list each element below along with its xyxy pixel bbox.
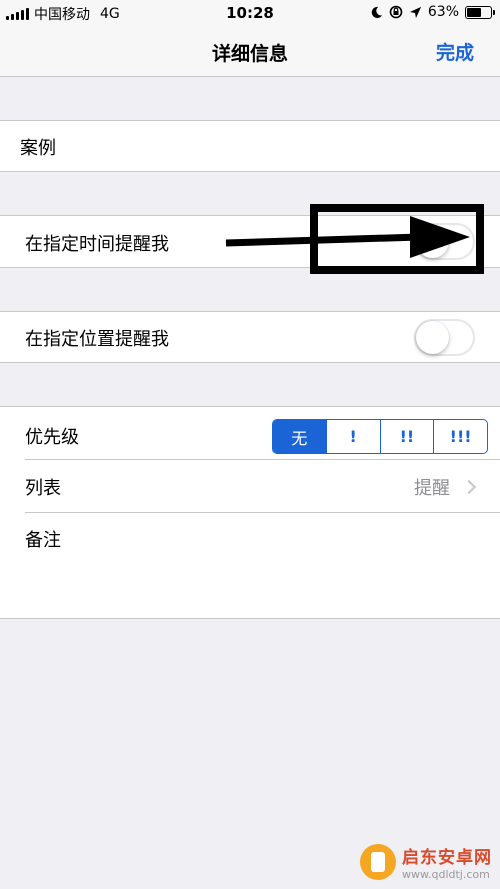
list-row[interactable]: 列表 提醒 — [0, 460, 500, 512]
separator — [25, 512, 500, 513]
list-label: 列表 — [25, 478, 61, 499]
watermark-logo-icon — [360, 844, 396, 880]
priority-medium-segment[interactable]: !! — [381, 420, 435, 453]
list-value: 提醒 — [414, 478, 450, 499]
priority-none-segment[interactable]: 无 — [273, 420, 327, 453]
page-title: 详细信息 — [211, 43, 288, 65]
watermark: 启东安卓网 www.qdldtj.com — [360, 843, 492, 881]
done-button[interactable]: 完成 — [436, 38, 474, 65]
priority-high-segment[interactable]: !!! — [434, 420, 487, 453]
priority-low-segment[interactable]: ! — [327, 420, 381, 453]
location-icon — [409, 6, 421, 18]
details-section: 优先级 无 ! !! !!! 列表 提醒 备注 — [0, 406, 500, 619]
battery-percent: 63% — [427, 4, 459, 20]
watermark-url: www.qdldtj.com — [402, 868, 490, 881]
remind-time-label: 在指定时间提醒我 — [25, 234, 169, 255]
notes-field[interactable]: 备注 — [25, 526, 61, 552]
title-section: 案例 — [0, 120, 500, 172]
annotation-box — [310, 204, 484, 274]
moon-icon — [371, 6, 382, 18]
status-bar: 中国移动 4G 10:28 63% — [0, 0, 500, 28]
remind-location-section: 在指定位置提醒我 — [0, 311, 500, 363]
chevron-right-icon — [461, 479, 477, 495]
watermark-title: 启东安卓网 — [402, 848, 492, 868]
title-field[interactable]: 案例 — [20, 134, 56, 160]
watermark-text: 启东安卓网 www.qdldtj.com — [402, 843, 492, 881]
remind-location-label: 在指定位置提醒我 — [25, 329, 169, 350]
nav-bar: 详细信息 完成 — [0, 28, 500, 77]
status-right: 63% — [370, 4, 495, 20]
toggle-knob — [416, 321, 449, 354]
remind-location-toggle[interactable] — [414, 319, 475, 356]
battery-icon — [465, 5, 495, 19]
priority-segmented-control[interactable]: 无 ! !! !!! — [272, 419, 488, 454]
priority-label: 优先级 — [25, 427, 79, 448]
rotation-lock-icon — [389, 5, 403, 19]
